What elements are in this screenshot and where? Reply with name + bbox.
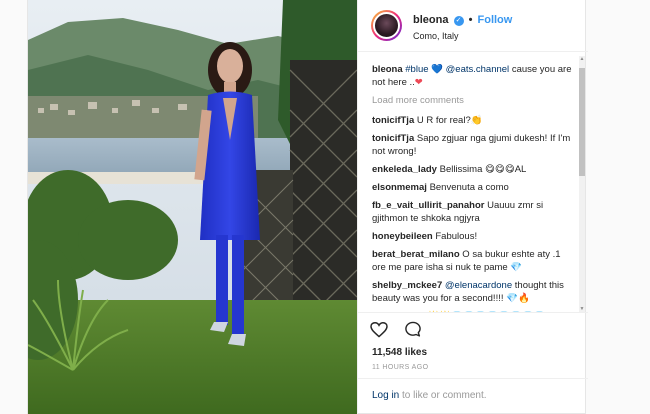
comment: fb_e_vait_ullirit_panahor Uauuu zmr si g…: [372, 199, 574, 225]
header-user: bleona ✓ • Follow: [413, 14, 512, 26]
comment-user[interactable]: enkeleda_lady: [372, 164, 437, 175]
comment-user[interactable]: fb_e_vait_ullirit_panahor: [372, 200, 484, 211]
blue-heart-emoji: 💙: [431, 64, 443, 75]
comment-text: Fabulous!: [435, 231, 478, 242]
mention-link[interactable]: @eats.channel: [446, 64, 510, 75]
comment: enkeleda_lady Bellissima 😋😋😋AL: [372, 163, 574, 176]
comments-scrollbar[interactable]: ▲ ▼: [579, 56, 585, 312]
post-sidebar: bleona ✓ • Follow Como, Italy bleona #bl…: [357, 0, 588, 414]
comment-user[interactable]: berat_berat_milano: [372, 249, 460, 260]
caption-user[interactable]: bleona: [372, 64, 403, 75]
comment: berat_berat_milano O sa bukur eshte aty …: [372, 248, 574, 274]
comment: elsonmemaj Benvenuta a como: [372, 181, 574, 194]
red-heart-emoji: ❤: [414, 77, 423, 88]
action-icons: [370, 321, 434, 343]
comment-user[interactable]: honeybeileen: [372, 231, 433, 242]
hashtag-link[interactable]: #blue: [405, 64, 428, 75]
comment-text: Bellissima 😋😋😋AL: [439, 164, 527, 175]
comment: tonicifTja Sapo zgjuar nga gjumi dukesh!…: [372, 132, 574, 158]
mention-link[interactable]: @elenacardone: [445, 280, 512, 291]
comment-user[interactable]: tonicifTja: [372, 115, 414, 126]
scroll-up-icon[interactable]: ▲: [579, 56, 585, 62]
comment: shelby_mckee7 @elenacardone thought this…: [372, 279, 574, 305]
verified-badge-icon: ✓: [453, 16, 464, 26]
login-suffix: to like or comment.: [402, 390, 487, 401]
post-dialog: bleona ✓ • Follow Como, Italy bleona #bl…: [27, 0, 588, 414]
avatar[interactable]: [371, 10, 402, 41]
comment: honeybeileen Fabulous!: [372, 230, 574, 243]
scrollbar-thumb[interactable]: [579, 68, 585, 176]
comment: tonicifTja U R for real?👏: [372, 114, 574, 127]
load-more-comments-button[interactable]: Load more comments: [372, 95, 574, 106]
comment-user[interactable]: shelby_mckee7: [372, 280, 442, 291]
follow-button[interactable]: Follow: [478, 14, 513, 26]
post-header: bleona ✓ • Follow Como, Italy: [358, 0, 588, 52]
comments-list[interactable]: bleona #blue 💙 @eats.channel cause you a…: [358, 53, 588, 312]
photo-canvas: [28, 0, 357, 414]
likes-count[interactable]: 11,548 likes: [372, 347, 427, 358]
comment-bubble-icon[interactable]: [404, 321, 422, 343]
comment-text: Benvenuta a como: [429, 182, 509, 193]
comment-user[interactable]: tonicifTja: [372, 133, 414, 144]
comment-user[interactable]: elsonmemaj: [372, 182, 427, 193]
comment-text: U R for real?👏: [416, 115, 483, 126]
login-link[interactable]: Log in: [372, 390, 399, 401]
login-prompt: Log in to like or comment.: [358, 378, 588, 414]
post-timestamp: 11 HOURS AGO: [372, 364, 429, 371]
caption: bleona #blue 💙 @eats.channel cause you a…: [372, 63, 574, 89]
post-photo[interactable]: [28, 0, 357, 414]
location-link[interactable]: Como, Italy: [413, 31, 459, 41]
username-link[interactable]: bleona: [413, 14, 448, 26]
separator: •: [468, 14, 473, 26]
heart-icon[interactable]: [370, 321, 388, 343]
